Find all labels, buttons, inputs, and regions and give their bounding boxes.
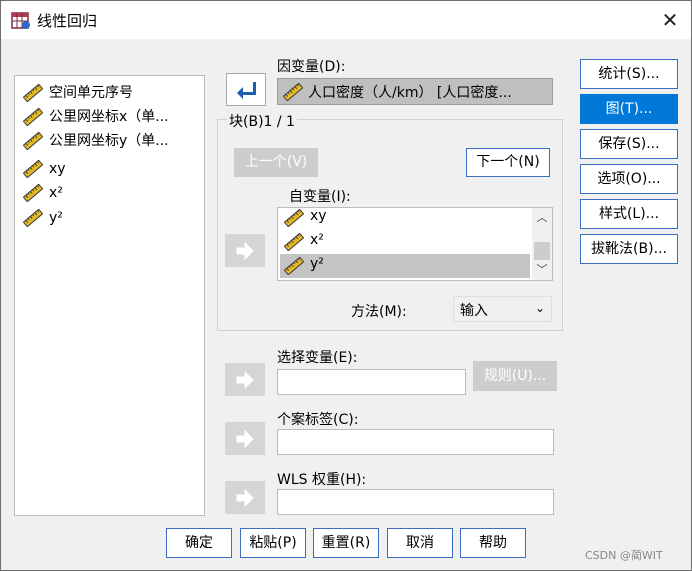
options-button[interactable]: 选项(O)... bbox=[580, 164, 678, 194]
scroll-down-icon[interactable]: ﹀ bbox=[534, 262, 550, 278]
scale-ruler-icon bbox=[284, 257, 304, 275]
variable-label: x² bbox=[49, 185, 63, 201]
statistics-button[interactable]: 统计(S)... bbox=[580, 59, 678, 89]
ok-button[interactable]: 确定 bbox=[166, 528, 232, 558]
move-to-wls-weight-button[interactable] bbox=[225, 481, 265, 514]
variable-label: y² bbox=[49, 210, 63, 226]
window-title: 线性回归 bbox=[37, 12, 98, 30]
close-button[interactable]: ✕ bbox=[653, 5, 687, 35]
case-labels-label: 个案标签(C): bbox=[277, 412, 359, 428]
title-bar: 线性回归 ✕ bbox=[1, 1, 691, 39]
move-to-case-labels-button[interactable] bbox=[225, 422, 265, 455]
independent-label: 自变量(I): bbox=[289, 189, 351, 205]
list-item-selected[interactable]: y² bbox=[280, 254, 530, 278]
next-block-button[interactable]: 下一个(N) bbox=[466, 148, 550, 177]
style-button[interactable]: 样式(L)... bbox=[580, 199, 678, 229]
selection-variable-field[interactable] bbox=[277, 369, 466, 395]
save-button[interactable]: 保存(S)... bbox=[580, 129, 678, 159]
rule-button[interactable]: 规则(U)... bbox=[473, 361, 557, 391]
left-return-arrow-icon bbox=[237, 82, 256, 99]
watermark: CSDN @蔺WIT bbox=[585, 549, 663, 562]
selection-variable-label: 选择变量(E): bbox=[277, 350, 358, 366]
previous-block-button[interactable]: 上一个(V) bbox=[234, 148, 318, 177]
variable-label: xy bbox=[49, 161, 66, 177]
variable-label: 公里网坐标x（单... bbox=[49, 109, 169, 125]
right-arrow-icon bbox=[234, 369, 256, 391]
scroll-up-icon[interactable]: ︿ bbox=[534, 210, 550, 226]
scale-ruler-icon bbox=[23, 184, 43, 202]
vertical-scrollbar[interactable]: ︿ ﹀ bbox=[532, 208, 552, 280]
dependent-label: 因变量(D): bbox=[277, 59, 346, 75]
list-item[interactable]: x² bbox=[280, 230, 530, 254]
close-icon: ✕ bbox=[661, 8, 679, 32]
wls-weight-label: WLS 权重(H): bbox=[277, 472, 367, 488]
block-label: 块(B)1 / 1 bbox=[227, 111, 297, 131]
variable-label: y² bbox=[310, 256, 324, 272]
move-to-independent-button[interactable] bbox=[225, 234, 265, 267]
variable-label: xy bbox=[310, 208, 327, 224]
method-label: 方法(M): bbox=[351, 304, 407, 320]
list-item[interactable]: xy bbox=[280, 208, 530, 230]
chevron-down-icon: ⌄ bbox=[534, 301, 545, 315]
right-arrow-icon bbox=[234, 428, 256, 450]
scale-ruler-icon bbox=[284, 233, 304, 251]
right-arrow-icon bbox=[234, 240, 256, 262]
paste-button[interactable]: 粘贴(P) bbox=[240, 528, 306, 558]
plots-button[interactable]: 图(T)... bbox=[580, 94, 678, 124]
scale-ruler-icon bbox=[23, 84, 43, 102]
dependent-value: 人口密度（人/km） [人口密度... bbox=[308, 85, 512, 101]
variable-label: 公里网坐标y（单... bbox=[49, 133, 169, 149]
right-arrow-icon bbox=[234, 487, 256, 509]
cancel-button[interactable]: 取消 bbox=[387, 528, 453, 558]
wls-weight-field[interactable] bbox=[277, 489, 554, 515]
scale-ruler-icon bbox=[284, 209, 304, 227]
scale-ruler-icon bbox=[23, 209, 43, 227]
help-button[interactable]: 帮助 bbox=[460, 528, 526, 558]
move-to-selection-button[interactable] bbox=[225, 363, 265, 396]
reset-button[interactable]: 重置(R) bbox=[313, 528, 379, 558]
case-labels-field[interactable] bbox=[277, 429, 554, 455]
scroll-thumb[interactable] bbox=[534, 242, 550, 260]
variable-label: x² bbox=[310, 232, 324, 248]
scale-ruler-icon bbox=[23, 160, 43, 178]
spss-app-icon bbox=[11, 10, 31, 30]
bootstrap-button[interactable]: 拔靴法(B)... bbox=[580, 234, 678, 264]
linear-regression-dialog: 线性回归 ✕ 空间单元序号 公里网坐标x（单... 公里网坐标y（单... xy… bbox=[0, 0, 692, 571]
method-select[interactable]: 输入 ⌄ bbox=[453, 296, 552, 322]
variable-label: 空间单元序号 bbox=[49, 85, 133, 101]
independent-list[interactable]: xy x² y² ︿ ﹀ bbox=[277, 207, 553, 281]
dependent-field[interactable]: 人口密度（人/km） [人口密度... bbox=[277, 78, 553, 105]
method-value: 输入 bbox=[460, 303, 488, 319]
scale-ruler-icon bbox=[23, 132, 43, 150]
scale-ruler-icon bbox=[283, 83, 303, 101]
scale-ruler-icon bbox=[23, 108, 43, 126]
move-to-dependent-button[interactable] bbox=[226, 73, 266, 106]
source-variable-list[interactable]: 空间单元序号 公里网坐标x（单... 公里网坐标y（单... xy x² y² bbox=[14, 75, 205, 516]
